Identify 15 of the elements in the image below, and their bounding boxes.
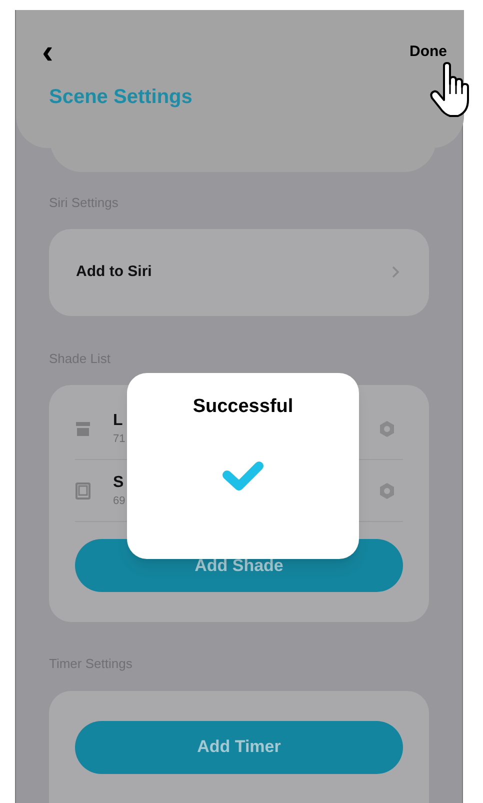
chevron-right-icon [392,266,399,278]
window-shade-icon [75,482,91,500]
roller-shade-icon [75,420,91,436]
shade-name: L [113,410,123,430]
hexagon-icon[interactable] [379,420,395,438]
dialog-title: Successful [192,395,294,419]
hexagon-icon[interactable] [379,482,395,500]
shade-detail: 71 [113,432,126,446]
checkmark-icon [222,460,264,492]
shade-name: S [113,472,124,492]
shade-detail: 69 [113,494,126,508]
page-title: Scene Settings [49,85,194,110]
add-to-siri-row[interactable]: Add to Siri [49,228,429,316]
done-button[interactable]: Done [410,40,447,64]
back-button[interactable]: ‹ [42,35,54,69]
